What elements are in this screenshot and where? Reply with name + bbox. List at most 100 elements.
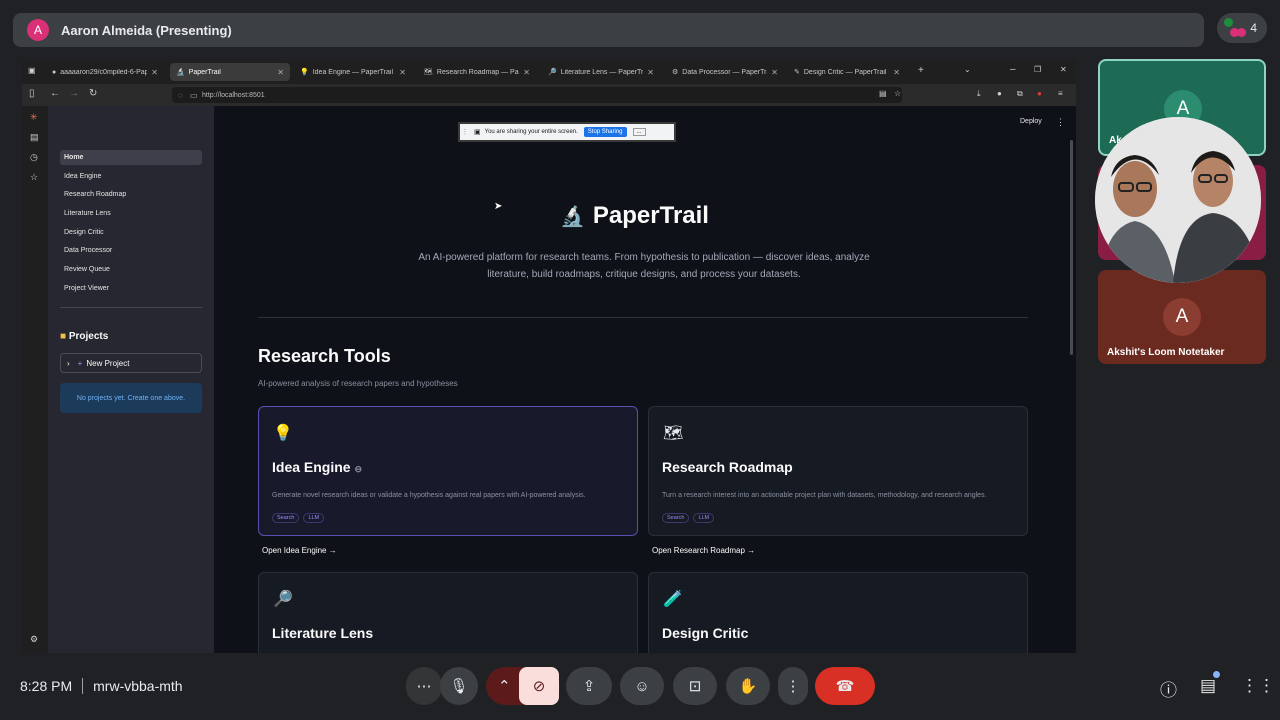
sidebar-toggle-icon[interactable]: ▯ [29, 88, 35, 99]
tab-data-processor[interactable]: ⚙ Data Processor — PaperTrail ✕ [666, 63, 784, 81]
close-icon[interactable]: ✕ [399, 68, 406, 77]
no-projects-notice: No projects yet. Create one above. [60, 383, 202, 413]
chevron-right-icon: › [67, 358, 70, 368]
tab-github[interactable]: ● aaaaaron29/c0mpiled-6-Paperti ✕ [46, 63, 164, 81]
drag-handle-icon[interactable]: ⋮ [460, 128, 470, 136]
ellipsis-icon: ⋯ [416, 678, 432, 695]
sidebar-item-project-viewer[interactable]: Project Viewer [60, 281, 202, 296]
map-icon: 🗺 [663, 425, 684, 442]
ai-sparkle-icon[interactable]: ✳ [30, 112, 38, 123]
divider [82, 678, 84, 694]
new-project-label: New Project [86, 358, 130, 368]
extension-record-icon[interactable]: ● [1037, 89, 1042, 98]
hide-banner-button[interactable]: ... [632, 128, 646, 136]
reload-icon[interactable]: ↻ [89, 88, 97, 99]
extensions-icon[interactable]: ⧉ [1017, 89, 1023, 99]
captions-button[interactable]: ⊡ [673, 667, 717, 705]
new-tab-icon[interactable]: + [918, 65, 924, 76]
download-icon[interactable]: ⤓ [977, 89, 981, 99]
sidebar-item-home[interactable]: Home [60, 150, 202, 165]
close-icon[interactable]: ✕ [647, 68, 654, 77]
section-title: Research Tools [258, 346, 391, 366]
history-icon[interactable]: ◷ [30, 152, 38, 163]
tab-label: PaperTrail [188, 68, 221, 76]
menu-icon[interactable]: ≡ [1058, 89, 1063, 98]
reactions-button[interactable]: ☺ [620, 667, 664, 705]
scrollbar[interactable] [1070, 140, 1073, 355]
tool-card-literature-lens[interactable]: 🔎 Literature Lens [258, 572, 638, 653]
sidebar-item-idea-engine[interactable]: Idea Engine [60, 169, 202, 184]
tab-label: Literature Lens — PaperTrail [560, 68, 644, 76]
bookmarks-icon[interactable]: ☆ [30, 172, 38, 183]
card-title: Idea Engine ⊖ [272, 459, 363, 475]
tool-card-design-critic[interactable]: 🧪 Design Critic [648, 572, 1028, 653]
tab-research-roadmap[interactable]: 🗺 Research Roadmap — PaperTra ✕ [418, 63, 536, 81]
close-icon[interactable]: ✕ [151, 68, 158, 77]
camera-toggle-button[interactable]: ⊘ [519, 667, 559, 705]
participant-avatar: A [1163, 298, 1201, 336]
tab-overview-icon[interactable]: ▣ [28, 66, 36, 75]
clock-time: 8:28 PM [20, 678, 73, 694]
sidebar-item-design-critic[interactable]: Design Critic [60, 225, 202, 240]
screen-share-banner: ⋮ ▣ You are sharing your entire screen. … [458, 122, 676, 142]
tab-design-critic[interactable]: ✎ Design Critic — PaperTrail ✕ [788, 63, 906, 81]
raise-hand-button[interactable]: ✋ [726, 667, 770, 705]
activities-grid-icon[interactable]: ⋮⋮ [1241, 676, 1275, 696]
app-sidebar: Home Idea Engine Research Roadmap Litera… [48, 106, 214, 653]
open-idea-engine-link[interactable]: Open Idea Engine → [262, 546, 337, 555]
close-icon[interactable]: ✕ [523, 68, 530, 77]
meeting-details-icon[interactable]: ⓘ [1160, 676, 1177, 701]
more-options-button[interactable]: ⋮ [778, 667, 808, 705]
close-icon[interactable]: ✕ [893, 68, 900, 77]
tab-list-icon[interactable]: ⌄ [964, 65, 971, 74]
sidebar-item-review-queue[interactable]: Review Queue [60, 262, 202, 277]
stop-sharing-button[interactable]: Stop Sharing [583, 127, 627, 137]
more-options-icon[interactable]: ⋮ [1056, 117, 1065, 128]
sidebar-item-data-processor[interactable]: Data Processor [60, 243, 202, 258]
sidebar-item-research-roadmap[interactable]: Research Roadmap [60, 187, 202, 202]
projects-title: Projects [68, 331, 109, 342]
settings-icon[interactable]: ⚙ [30, 634, 38, 645]
tab-idea-engine[interactable]: 💡 Idea Engine — PaperTrail ✕ [294, 63, 412, 81]
deploy-button[interactable]: Deploy [1020, 118, 1042, 125]
chat-icon[interactable]: ▤ [1200, 676, 1216, 696]
account-icon[interactable]: ● [997, 89, 1002, 98]
more-actions-button[interactable]: ⋯ [406, 667, 442, 705]
presenter-title: Aaron Almeida (Presenting) [61, 22, 232, 38]
shield-icon: ◌ [178, 90, 183, 100]
tag-badge: Search [662, 513, 690, 523]
tab-label: aaaaaron29/c0mpiled-6-Paperti [60, 68, 148, 76]
participant-tile-loom[interactable]: A Akshit's Loom Notetaker [1098, 270, 1266, 364]
leave-call-button[interactable]: ☎ [815, 667, 875, 705]
microphone-button[interactable]: 🎙 [440, 667, 478, 705]
projects-heading: ■ Projects [60, 331, 108, 342]
tag-badge: LLM [693, 513, 715, 523]
sidebar-item-literature-lens[interactable]: Literature Lens [60, 206, 202, 221]
close-window-icon[interactable]: ✕ [1060, 65, 1067, 74]
tool-card-idea-engine[interactable]: 💡 Idea Engine ⊖ Generate novel research … [258, 406, 638, 536]
meeting-info: 8:28 PM mrw-vbba-mth [20, 678, 183, 694]
restore-icon[interactable]: ❐ [1034, 65, 1041, 74]
tool-card-research-roadmap[interactable]: 🗺 Research Roadmap Turn a research inter… [648, 406, 1028, 536]
github-icon: ● [52, 68, 57, 76]
participants-button[interactable]: 4 [1217, 13, 1267, 43]
tab-papertrail[interactable]: 🔬 PaperTrail ✕ [170, 63, 290, 81]
reader-view-icon[interactable]: ▤ [879, 89, 887, 98]
mini-avatar-icon [1237, 28, 1246, 37]
microscope-icon: 🔬 [560, 205, 585, 228]
close-icon[interactable]: ✕ [771, 68, 778, 77]
tab-literature-lens[interactable]: 🔎 Literature Lens — PaperTrail ✕ [542, 63, 660, 81]
close-icon[interactable]: ✕ [277, 68, 284, 77]
forward-icon[interactable]: → [69, 88, 79, 99]
back-icon[interactable]: ← [50, 88, 60, 99]
browser-side-rail: ✳ ▤ ◷ ☆ ⚙ [22, 106, 48, 653]
new-project-expander[interactable]: › + New Project [60, 353, 202, 373]
address-bar[interactable]: ◌ ▭ http://localhost:8501 [172, 87, 902, 103]
open-research-roadmap-link[interactable]: Open Research Roadmap → [652, 546, 755, 555]
microscope-icon: 🔬 [176, 69, 185, 76]
tab-label: Idea Engine — PaperTrail [312, 68, 394, 76]
bookmark-star-icon[interactable]: ☆ [894, 89, 901, 98]
present-button[interactable]: ⇪ [566, 667, 612, 705]
minimize-icon[interactable]: – [1010, 64, 1016, 75]
reading-list-icon[interactable]: ▤ [30, 132, 39, 143]
